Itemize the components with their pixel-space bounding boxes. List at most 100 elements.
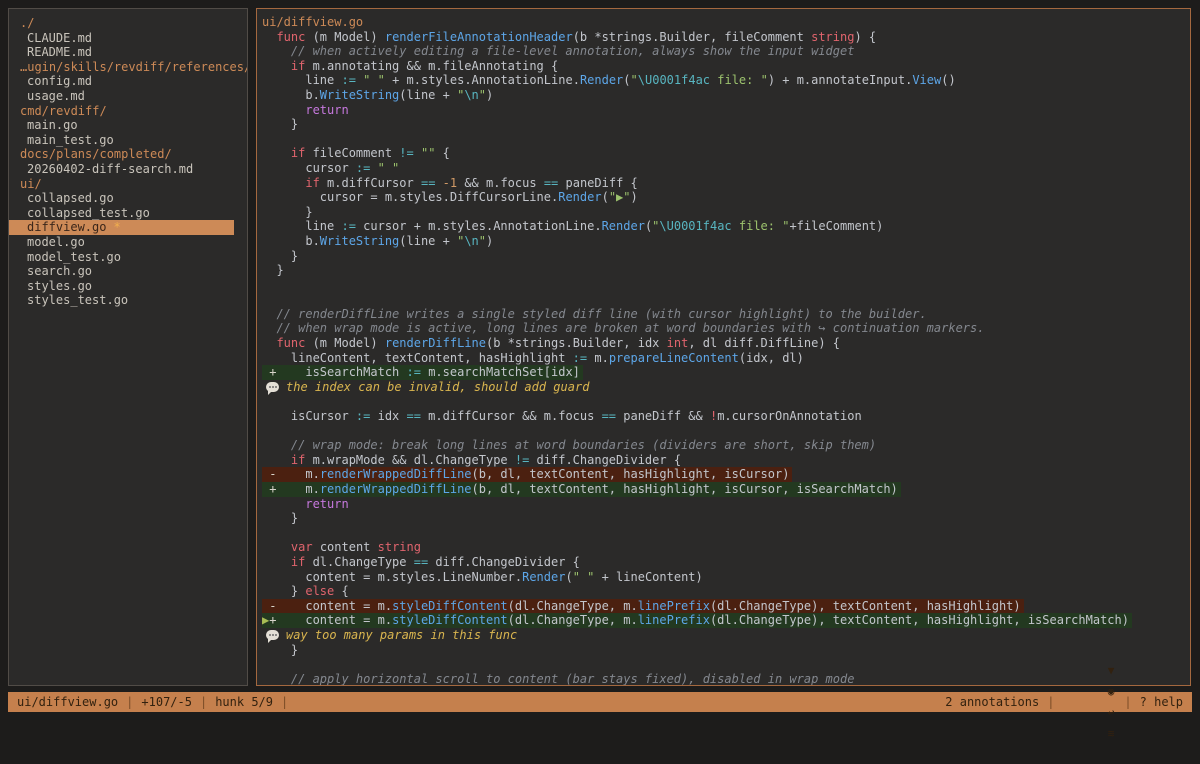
code-line[interactable]: // when actively editing a file-level an… <box>257 44 1190 59</box>
file-header-line[interactable]: ui/diffview.go <box>257 15 1190 30</box>
file-tree-file[interactable]: model.go <box>9 235 247 250</box>
code-line[interactable]: } <box>257 249 1190 264</box>
file-tree-pane: ./CLAUDE.mdREADME.md…ugin/skills/revdiff… <box>8 8 248 686</box>
file-tree-directory[interactable]: …ugin/skills/revdiff/references/ <box>9 60 247 75</box>
file-tree-file[interactable]: styles_test.go <box>9 293 247 308</box>
status-annotation-count: 2 annotations <box>945 692 1039 712</box>
file-tree-file[interactable]: main_test.go <box>9 133 247 148</box>
file-name: 20260402-diff-search.md <box>27 162 193 176</box>
code-line[interactable]: if m.annotating && m.fileAnnotating { <box>257 59 1190 74</box>
code-line[interactable]: line := cursor + m.styles.AnnotationLine… <box>257 219 1190 234</box>
file-tree-directory[interactable]: ./ <box>9 16 247 31</box>
file-name: main.go <box>27 118 78 132</box>
status-separator: | <box>1116 692 1139 712</box>
comment-bubble-icon <box>266 382 279 392</box>
annotation-line[interactable]: the index can be invalid, should add gua… <box>257 380 1190 395</box>
file-tree-file[interactable]: collapsed_test.go <box>9 206 247 221</box>
code-line[interactable]: line := " " + m.styles.AnnotationLine.Re… <box>257 73 1190 88</box>
file-name: config.md <box>27 74 92 88</box>
file-name: model_test.go <box>27 250 121 264</box>
file-name: ui/ <box>20 177 42 191</box>
file-tree-directory[interactable]: docs/plans/completed/ <box>9 147 247 162</box>
triangle-down-icon: ▼ <box>1106 664 1117 677</box>
diff-added-line-cursor[interactable]: ▶+ content = m.styleDiffContent(dl.Chang… <box>257 613 1190 628</box>
code-line[interactable]: // renderDiffLine writes a single styled… <box>257 307 1190 322</box>
code-line[interactable]: b.WriteString(line + "\n") <box>257 88 1190 103</box>
code-line[interactable]: } <box>257 117 1190 132</box>
file-name: collapsed_test.go <box>27 206 150 220</box>
wrap-return-icon: ↩ <box>1106 706 1117 719</box>
status-bar: ui/diffview.go | +107/-5 | hunk 5/9 | 2 … <box>8 692 1192 712</box>
code-line[interactable]: if m.wrapMode && dl.ChangeType != diff.C… <box>257 453 1190 468</box>
file-name: docs/plans/completed/ <box>20 147 172 161</box>
file-name: styles.go <box>27 279 92 293</box>
annotation-text: the index can be invalid, should add gua… <box>286 380 589 394</box>
code-line[interactable]: func (m Model) renderDiffLine(b *strings… <box>257 336 1190 351</box>
file-tree-file[interactable]: README.md <box>9 45 247 60</box>
comment-bubble-icon <box>266 630 279 640</box>
blank-line <box>257 424 1190 439</box>
file-name: ./ <box>20 16 34 30</box>
code-line[interactable]: if fileComment != "" { <box>257 146 1190 161</box>
blank-line <box>257 526 1190 541</box>
modified-marker: * <box>106 220 120 234</box>
file-tree-file[interactable]: diffview.go* <box>9 220 234 235</box>
file-tree-file[interactable]: 20260402-diff-search.md <box>9 162 247 177</box>
blank-line <box>257 132 1190 147</box>
code-line[interactable]: } <box>257 205 1190 220</box>
file-tree-file[interactable]: collapsed.go <box>9 191 247 206</box>
file-tree-file[interactable]: model_test.go <box>9 250 247 265</box>
code-line[interactable]: cursor := " " <box>257 161 1190 176</box>
code-line[interactable]: isCursor := idx == m.diffCursor && m.foc… <box>257 409 1190 424</box>
file-tree-file[interactable]: styles.go <box>9 279 247 294</box>
waves-icon: ≋ <box>1106 727 1117 740</box>
status-separator: | <box>118 692 141 712</box>
file-name: README.md <box>27 45 92 59</box>
status-separator: | <box>273 692 296 712</box>
diff-added-line[interactable]: + isSearchMatch := m.searchMatchSet[idx] <box>257 365 1190 380</box>
file-tree-file[interactable]: search.go <box>9 264 247 279</box>
file-name: styles_test.go <box>27 293 128 307</box>
code-line[interactable]: if dl.ChangeType == diff.ChangeDivider { <box>257 555 1190 570</box>
status-hunk-position: hunk 5/9 <box>215 692 273 712</box>
status-mode-icons: ▼ ◉ ↩ ≋ <box>1062 640 1116 764</box>
file-name: …ugin/skills/revdiff/references/ <box>20 60 248 74</box>
file-tree-file[interactable]: usage.md <box>9 89 247 104</box>
file-tree-directory[interactable]: ui/ <box>9 177 247 192</box>
status-filename: ui/diffview.go <box>17 692 118 712</box>
diff-added-line[interactable]: + m.renderWrappedDiffLine(b, dl, textCon… <box>257 482 1190 497</box>
diff-removed-line[interactable]: - content = m.styleDiffContent(dl.Change… <box>257 599 1190 614</box>
code-line[interactable]: } <box>257 263 1190 278</box>
code-line[interactable]: cursor = m.styles.DiffCursorLine.Render(… <box>257 190 1190 205</box>
code-line[interactable]: lineContent, textContent, hasHighlight :… <box>257 351 1190 366</box>
code-line[interactable]: return <box>257 103 1190 118</box>
file-name: cmd/revdiff/ <box>20 104 107 118</box>
status-diff-stats: +107/-5 <box>141 692 192 712</box>
status-left: ui/diffview.go | +107/-5 | hunk 5/9 | <box>17 692 296 712</box>
code-line[interactable]: } else { <box>257 584 1190 599</box>
status-help-hint: ? help <box>1140 692 1183 712</box>
diff-removed-line[interactable]: - m.renderWrappedDiffLine(b, dl, textCon… <box>257 467 1190 482</box>
code-line[interactable]: } <box>257 511 1190 526</box>
status-separator: | <box>1039 692 1062 712</box>
code-line[interactable]: b.WriteString(line + "\n") <box>257 234 1190 249</box>
code-line[interactable]: if m.diffCursor == -1 && m.focus == pane… <box>257 176 1190 191</box>
file-name: main_test.go <box>27 133 114 147</box>
code-line[interactable]: var content string <box>257 540 1190 555</box>
code-line[interactable]: // when wrap mode is active, long lines … <box>257 321 1190 336</box>
file-tree-directory[interactable]: cmd/revdiff/ <box>9 104 247 119</box>
diff-pane: ui/diffview.go func (m Model) renderFile… <box>256 8 1191 686</box>
file-tree-file[interactable]: CLAUDE.md <box>9 31 247 46</box>
record-dot-icon: ◉ <box>1106 685 1117 698</box>
code-line[interactable]: return <box>257 497 1190 512</box>
file-name: search.go <box>27 264 92 278</box>
status-right: 2 annotations | ▼ ◉ ↩ ≋ | ? help <box>945 640 1183 764</box>
code-line[interactable]: // wrap mode: break long lines at word b… <box>257 438 1190 453</box>
file-name: collapsed.go <box>27 191 114 205</box>
file-tree-file[interactable]: main.go <box>9 118 247 133</box>
file-tree-file[interactable]: config.md <box>9 74 247 89</box>
code-line[interactable]: func (m Model) renderFileAnnotationHeade… <box>257 30 1190 45</box>
blank-line <box>257 292 1190 307</box>
code-line[interactable]: content = m.styles.LineNumber.Render(" "… <box>257 570 1190 585</box>
file-name: diffview.go <box>27 220 106 234</box>
